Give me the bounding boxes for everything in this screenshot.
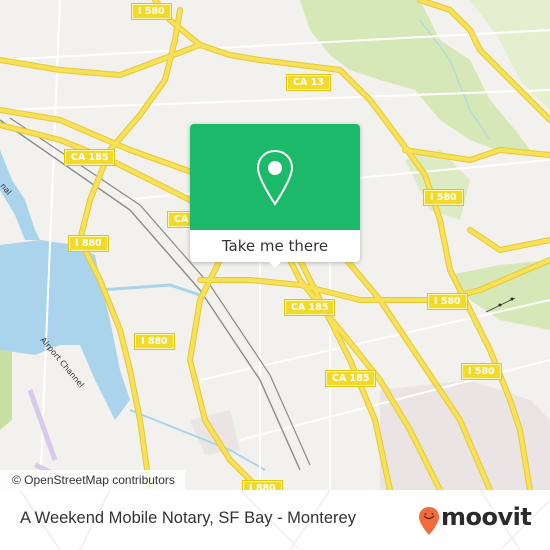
road-shield-i580: I 580 [461,363,502,380]
park-area [0,345,12,430]
road-shield-ca185: CA 185 [324,370,377,387]
road-shield-i580: I 580 [427,293,468,310]
take-me-there-button[interactable]: Take me there [190,230,360,262]
road-shield-i880: I 880 [134,333,175,350]
place-title: A Weekend Mobile Notary, SF Bay - Monter… [20,509,356,527]
map-view[interactable]: Airport Channel nal I 580 CA 13 CA 185 C… [0,0,550,490]
road-shield-i580: I 580 [131,3,172,20]
location-popup: Take me there [190,124,360,268]
moovit-smiley-pin-icon [419,507,439,535]
power-pole [498,303,502,307]
map-attribution[interactable]: © OpenStreetMap contributors [0,470,185,490]
power-pole [510,297,514,301]
footer-bar: A Weekend Mobile Notary, SF Bay - Monter… [0,490,550,550]
road-shield-i880: I 880 [242,480,283,490]
road-shield-ca185: CA 185 [63,149,116,166]
road-shield-ca185: CA 185 [283,299,336,316]
moovit-wordmark: moovit [441,503,532,531]
popup-header [190,124,360,230]
road-shield-i880: I 880 [68,235,109,252]
road-shield-ca13: CA 13 [286,74,331,91]
creek [99,283,201,297]
map-pin-icon [256,149,294,206]
road-shield-i580: I 580 [423,189,464,206]
popup-pointer [267,260,283,268]
bay-water [0,240,130,420]
